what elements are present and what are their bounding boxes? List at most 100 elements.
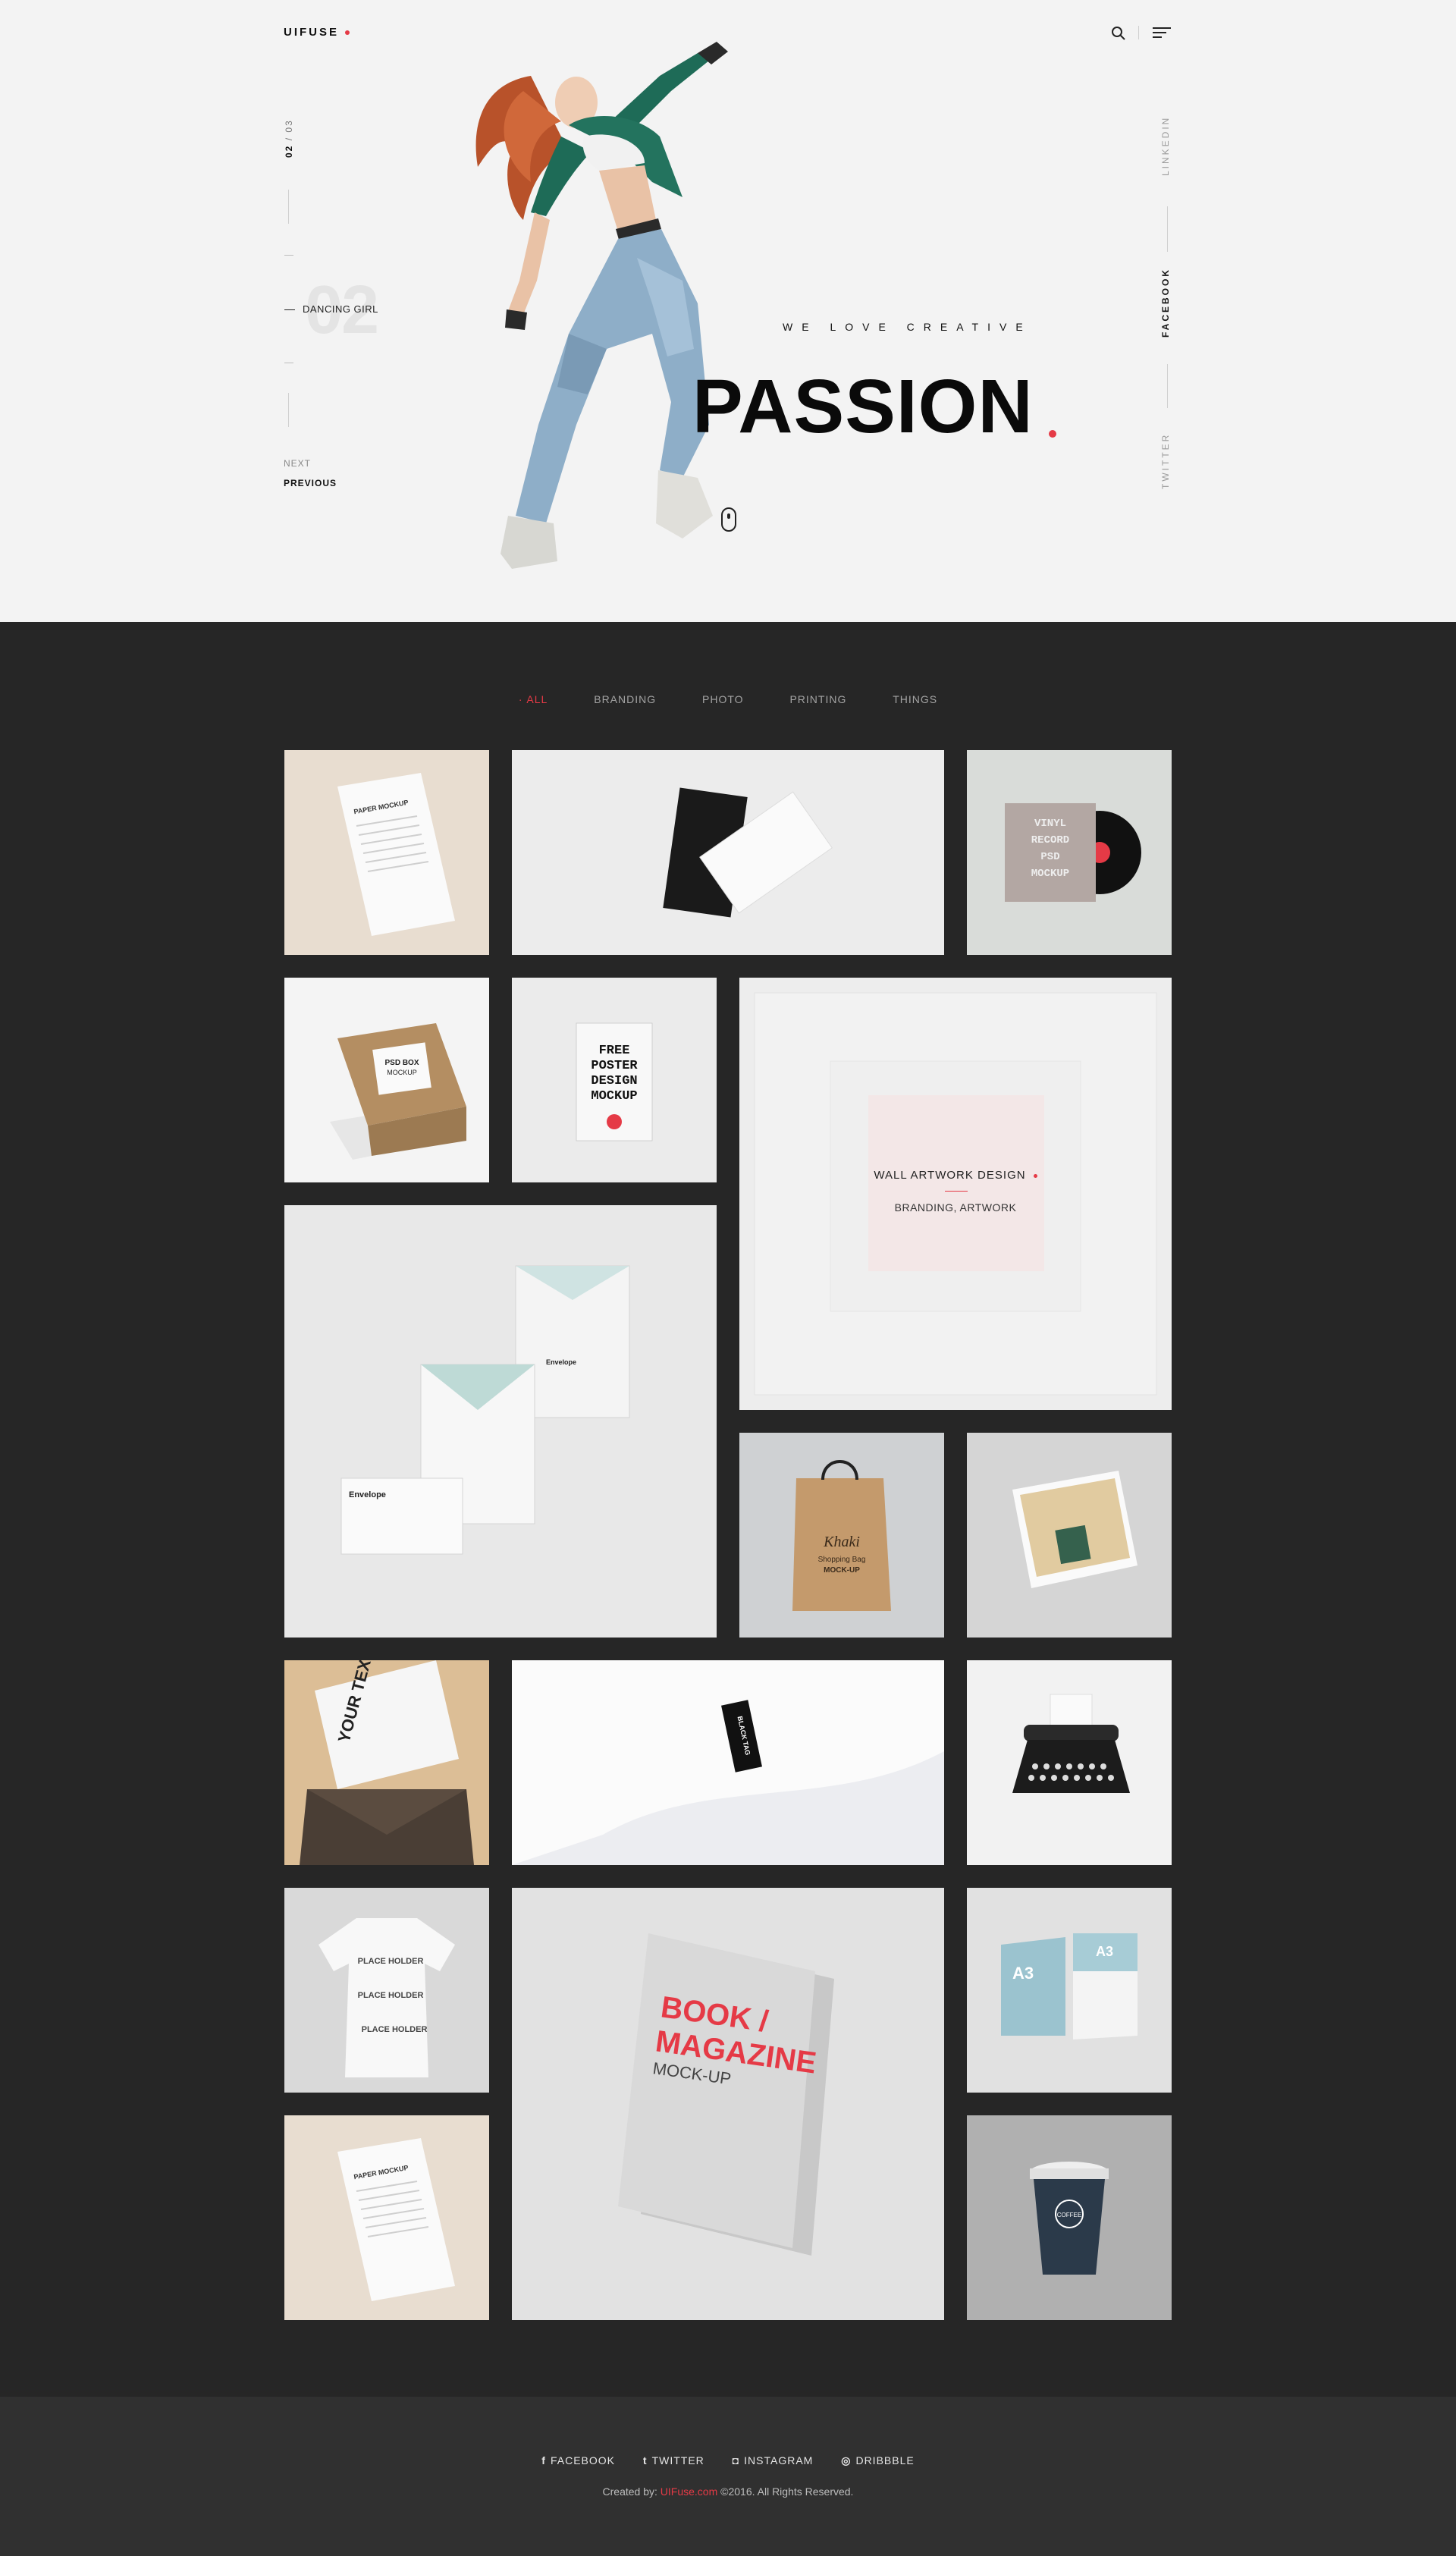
typewriter-image [967, 1660, 1172, 1865]
svg-text:COFFEE: COFFEE [1057, 2212, 1081, 2218]
svg-text:MOCKUP: MOCKUP [591, 1089, 637, 1104]
slide-total: 03 [284, 119, 294, 133]
logo-dot [345, 30, 350, 36]
instagram-icon: ◘ [732, 2454, 740, 2467]
portfolio-item-poster-mockup[interactable]: FREE POSTER DESIGN MOCKUP [512, 978, 717, 1182]
portfolio-item-typewriter[interactable] [967, 1660, 1172, 1865]
portfolio-item-paper-mockup-2[interactable]: PAPER MOCKUP [284, 2115, 489, 2320]
left-rail-tick [284, 255, 293, 256]
photo-card-image [967, 1433, 1172, 1638]
portfolio-item-shopping-bag[interactable]: Khaki Shopping Bag MOCK-UP [739, 1433, 944, 1638]
svg-text:PSD: PSD [1040, 851, 1059, 863]
footer-link-twitter[interactable]: t TWITTER [643, 2454, 704, 2467]
svg-text:MOCKUP: MOCKUP [387, 1069, 417, 1076]
footer-social-links: f FACEBOOK t TWITTER ◘ INSTAGRAM ◎ DRIBBBLE [0, 2454, 1456, 2467]
portfolio-item-wall-artwork[interactable]: WALL ARTWORK DESIGN BRANDING, ARTWORK [739, 978, 1172, 1410]
dancer-image [475, 42, 728, 569]
portfolio-item-business-cards[interactable] [512, 750, 944, 955]
copyright: Created by: UIFuse.com ©2016. All Rights… [602, 2485, 854, 2498]
portfolio-item-clothing-label[interactable]: BLACK TAG [512, 1660, 944, 1865]
header-divider [1138, 26, 1139, 39]
left-rail-line-2 [288, 393, 289, 427]
portfolio-item-envelope[interactable]: Envelope Envelope [284, 1205, 717, 1638]
social-facebook[interactable]: FACEBOOK [1160, 268, 1171, 338]
envelope-image: Envelope Envelope [284, 1205, 717, 1638]
hero-tagline: WE LOVE CREATIVE [783, 321, 1032, 333]
footer-link-dribbble[interactable]: ◎ DRIBBBLE [841, 2454, 914, 2467]
business-cards-image [512, 750, 944, 955]
svg-text:PLACE HOLDER: PLACE HOLDER [362, 2025, 428, 2034]
portfolio-item-photo-card[interactable] [967, 1433, 1172, 1638]
slide-title: DANCING GIRL [284, 303, 378, 315]
portfolio-section: · ALL BRANDING PHOTO PRINTING THINGS PAP… [0, 622, 1456, 2397]
portfolio-item-paper-mockup[interactable]: PAPER MOCKUP [284, 750, 489, 955]
book-magazine-image: BOOK / MAGAZINE MOCK-UP [512, 1888, 944, 2320]
search-icon[interactable] [1110, 25, 1127, 42]
social-divider-2 [1167, 364, 1168, 408]
paper-mockup-image-2: PAPER MOCKUP [284, 2115, 489, 2320]
filter-printing[interactable]: PRINTING [789, 693, 846, 705]
hero-section: UIFUSE 02 / 03 02 DANCING GIRL NEXT PREV… [0, 0, 1456, 622]
featured-overlay: WALL ARTWORK DESIGN BRANDING, ARTWORK [739, 978, 1172, 1410]
filter-photo[interactable]: PHOTO [702, 693, 744, 705]
svg-text:RECORD: RECORD [1031, 834, 1069, 846]
slide-current: 02 [284, 144, 294, 158]
menu-icon[interactable] [1153, 26, 1171, 39]
logo-text: UIFUSE [284, 26, 340, 39]
svg-text:PSD BOX: PSD BOX [384, 1059, 419, 1067]
portfolio-item-tshirt[interactable]: PLACE HOLDER PLACE HOLDER PLACE HOLDER [284, 1888, 489, 2093]
brochure-image: A3 A3 [967, 1888, 1172, 2093]
svg-text:VINYL: VINYL [1034, 818, 1066, 830]
filter-branding[interactable]: BRANDING [594, 693, 656, 705]
copyright-link[interactable]: UIFuse.com [661, 2485, 717, 2498]
box-mockup-image: PSD BOX MOCKUP [284, 978, 489, 1182]
social-divider [1167, 206, 1168, 252]
svg-text:Envelope: Envelope [349, 1490, 386, 1499]
filter-all[interactable]: · ALL [519, 693, 548, 705]
svg-text:MOCKUP: MOCKUP [1031, 868, 1069, 880]
svg-text:A3: A3 [1012, 1964, 1034, 1983]
tshirt-image: PLACE HOLDER PLACE HOLDER PLACE HOLDER [284, 1888, 489, 2093]
svg-text:POSTER: POSTER [591, 1059, 638, 1073]
filter-things[interactable]: THINGS [893, 693, 937, 705]
svg-text:MOCK-UP: MOCK-UP [824, 1566, 860, 1575]
social-linkedin[interactable]: LINKEDIN [1160, 116, 1171, 176]
svg-text:Khaki: Khaki [823, 1534, 860, 1550]
dribbble-icon: ◎ [841, 2454, 852, 2467]
svg-text:PLACE HOLDER: PLACE HOLDER [358, 1991, 424, 2000]
footer-link-facebook[interactable]: f FACEBOOK [541, 2454, 615, 2467]
slide-separator: / [284, 136, 294, 141]
poster-mockup-image: FREE POSTER DESIGN MOCKUP [512, 978, 717, 1182]
facebook-icon: f [541, 2454, 546, 2467]
twitter-icon: t [642, 2454, 648, 2467]
svg-text:FREE: FREE [599, 1044, 630, 1058]
previous-button[interactable]: PREVIOUS [284, 478, 337, 488]
svg-text:Envelope: Envelope [546, 1358, 576, 1366]
featured-title: WALL ARTWORK DESIGN [739, 1169, 1172, 1182]
hero-headline: PASSION [692, 364, 1034, 449]
portfolio-item-card-envelope[interactable]: YOUR TEXT [284, 1660, 489, 1865]
clothing-label-image: BLACK TAG [512, 1660, 944, 1865]
portfolio-item-brochure[interactable]: A3 A3 [967, 1888, 1172, 2093]
social-twitter[interactable]: TWITTER [1160, 433, 1171, 489]
mouse-icon[interactable] [721, 507, 736, 532]
filter-bar: · ALL BRANDING PHOTO PRINTING THINGS [0, 693, 1456, 705]
footer-link-instagram[interactable]: ◘ INSTAGRAM [733, 2454, 814, 2467]
headline-dot [1049, 430, 1056, 438]
paper-mockup-image: PAPER MOCKUP [284, 750, 489, 955]
coffee-cup-image: COFFEE [967, 2115, 1172, 2320]
slide-counter: 02 / 03 [284, 119, 294, 158]
shopping-bag-image: Khaki Shopping Bag MOCK-UP [739, 1433, 944, 1638]
left-rail-line [288, 190, 289, 224]
featured-divider [945, 1191, 968, 1192]
vinyl-record-image: VINYL RECORD PSD MOCKUP [967, 750, 1172, 955]
portfolio-item-vinyl-record[interactable]: VINYL RECORD PSD MOCKUP [967, 750, 1172, 955]
portfolio-item-box-mockup[interactable]: PSD BOX MOCKUP [284, 978, 489, 1182]
portfolio-item-book-magazine[interactable]: BOOK / MAGAZINE MOCK-UP [512, 1888, 944, 2320]
footer: f FACEBOOK t TWITTER ◘ INSTAGRAM ◎ DRIBBBLE … [0, 2397, 1456, 2556]
next-button[interactable]: NEXT [284, 458, 311, 469]
portfolio-item-coffee-cup[interactable]: COFFEE [967, 2115, 1172, 2320]
logo[interactable]: UIFUSE [284, 26, 350, 39]
card-envelope-image: YOUR TEXT [284, 1660, 489, 1865]
svg-text:A3: A3 [1096, 1944, 1113, 1959]
